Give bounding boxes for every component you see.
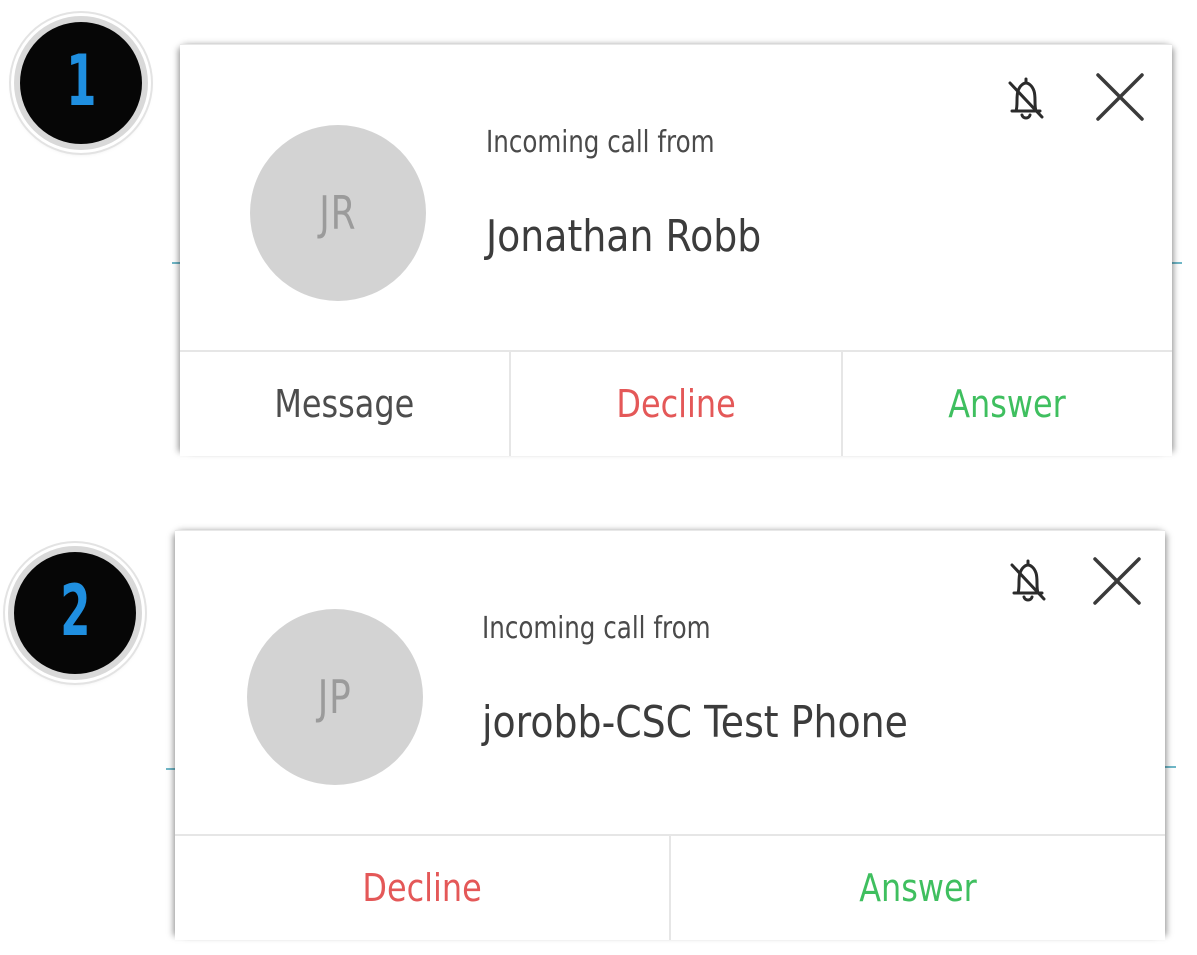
message-button-label: Message — [274, 382, 415, 426]
answer-button-label: Answer — [948, 382, 1067, 426]
answer-button-label: Answer — [859, 866, 977, 910]
avatar: JP — [247, 609, 423, 785]
incoming-call-label: Incoming call from — [482, 611, 711, 646]
decline-button[interactable]: Decline — [175, 836, 669, 940]
step-badge-1: 1 — [14, 16, 148, 150]
decline-button-label: Decline — [616, 382, 736, 426]
step-number: 2 — [59, 570, 91, 652]
bell-off-icon[interactable] — [996, 69, 1056, 129]
caller-name: jorobb-CSC Test Phone — [482, 697, 908, 748]
avatar-initials: JR — [319, 186, 357, 240]
answer-button[interactable]: Answer — [840, 352, 1172, 456]
decline-button[interactable]: Decline — [509, 352, 840, 456]
avatar-initials: JP — [318, 670, 352, 724]
incoming-call-notification: JP Incoming call from jorobb-CSC Test Ph… — [175, 530, 1165, 940]
bell-off-icon[interactable] — [998, 551, 1058, 611]
avatar: JR — [250, 125, 426, 301]
step-badge-2: 2 — [8, 546, 142, 680]
decline-button-label: Decline — [362, 866, 482, 910]
call-actions: Message Decline Answer — [180, 350, 1172, 456]
caller-name: Jonathan Robb — [486, 211, 762, 262]
incoming-call-notification: JR Incoming call from Jonathan Robb Mess… — [180, 44, 1172, 456]
incoming-call-label: Incoming call from — [486, 125, 715, 160]
answer-button[interactable]: Answer — [669, 836, 1165, 940]
message-button[interactable]: Message — [180, 352, 509, 456]
close-icon[interactable] — [1090, 67, 1150, 127]
step-number: 1 — [65, 40, 97, 122]
close-icon[interactable] — [1087, 551, 1147, 611]
call-actions: Decline Answer — [175, 834, 1165, 940]
